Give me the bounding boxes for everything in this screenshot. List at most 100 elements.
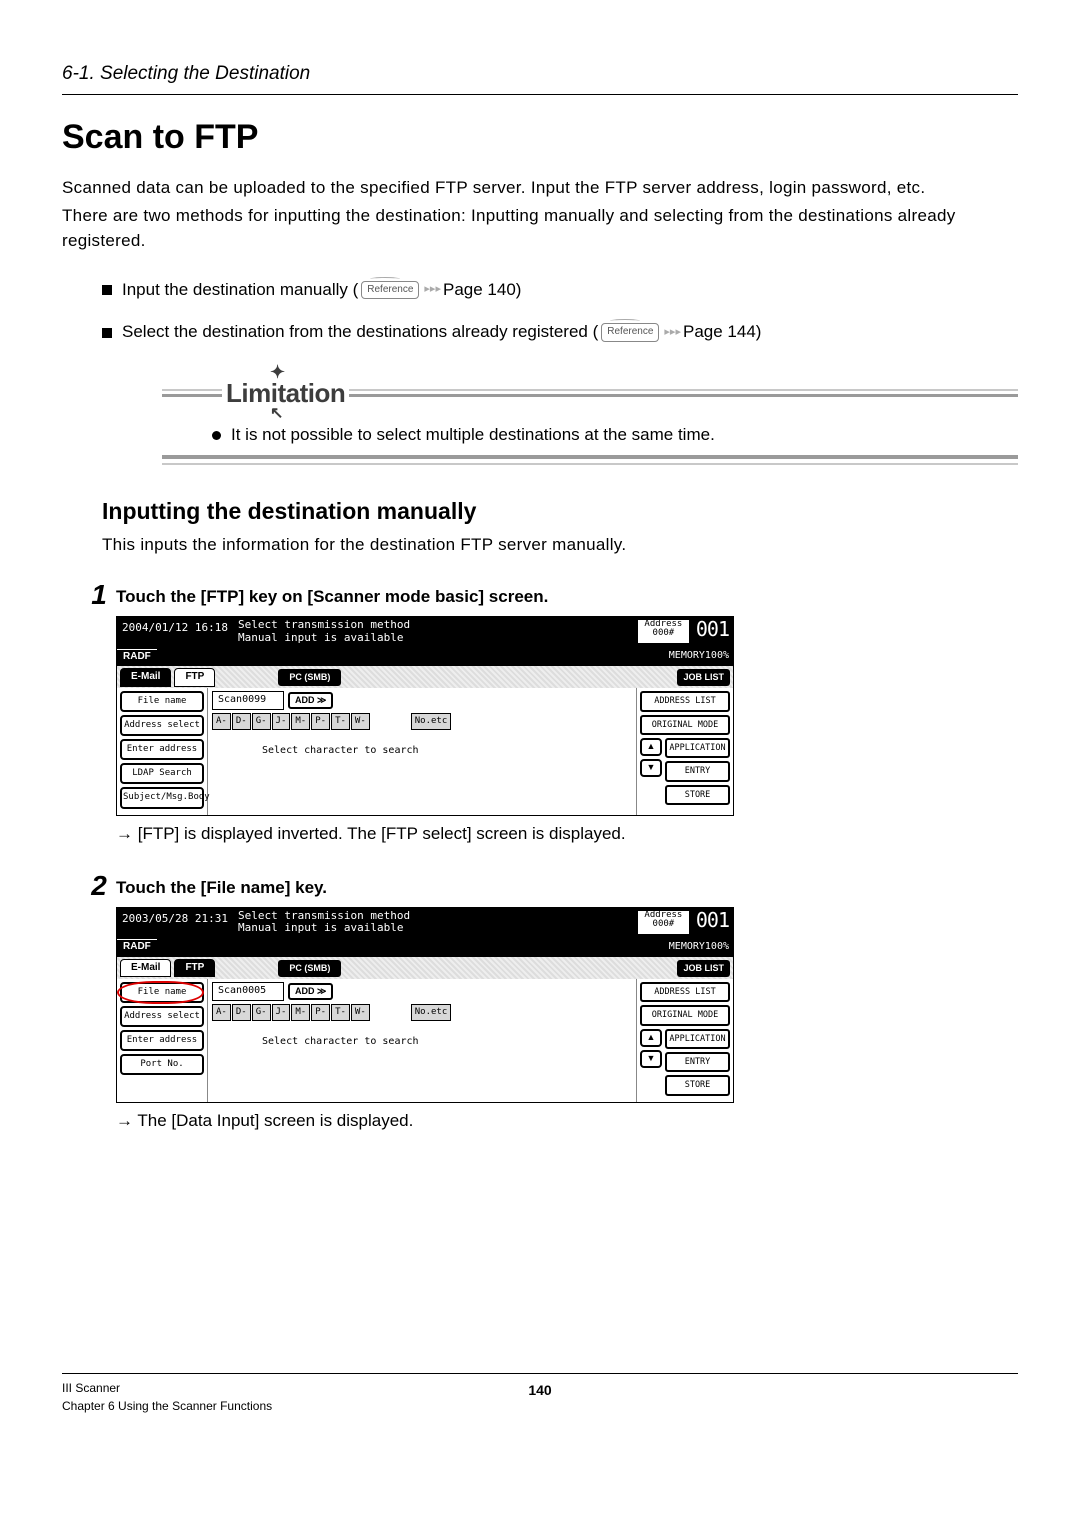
letter-d[interactable]: D- — [232, 1004, 251, 1021]
step-1-result: → [FTP] is displayed inverted. The [FTP … — [116, 822, 1018, 847]
original-mode-button[interactable]: ORIGINAL MODE — [640, 715, 730, 735]
address-select-button[interactable]: Address select — [120, 1006, 204, 1027]
intro-paragraph-2: There are two methods for inputting the … — [62, 204, 1018, 253]
addr-num: 000# — [641, 920, 686, 929]
address-list-button[interactable]: ADDRESS LIST — [640, 982, 730, 1002]
limitation-block: ✦ Limitation ↖ It is not possible to sel… — [162, 375, 1018, 465]
reference-badge: Reference — [601, 323, 659, 342]
letter-w[interactable]: W- — [351, 713, 370, 730]
subject-msg-body-button[interactable]: Subject/Msg.Body — [120, 787, 204, 808]
breadcrumb: 6-1. Selecting the Destination — [62, 60, 1018, 95]
entry-button[interactable]: ENTRY — [665, 761, 730, 781]
letter-a[interactable]: A- — [212, 713, 231, 730]
disc-bullet-icon — [212, 431, 221, 440]
tab-ftp[interactable]: FTP — [174, 668, 215, 687]
panel2-msg2: Manual input is available — [238, 922, 630, 935]
letter-m[interactable]: M- — [291, 713, 310, 730]
enter-address-button[interactable]: Enter address — [120, 1030, 204, 1051]
joblist-button[interactable]: JOB LIST — [677, 960, 730, 977]
joblist-button[interactable]: JOB LIST — [677, 669, 730, 686]
panel1-msg2: Manual input is available — [238, 632, 630, 645]
step-1-title: Touch the [FTP] key on [Scanner mode bas… — [116, 585, 1018, 610]
step-2: 2 Touch the [File name] key. 2003/05/28 … — [82, 872, 1018, 1153]
store-button[interactable]: STORE — [665, 1075, 730, 1095]
tab-email[interactable]: E-Mail — [120, 668, 171, 687]
limitation-text: It is not possible to select multiple de… — [231, 423, 715, 448]
letter-a[interactable]: A- — [212, 1004, 231, 1021]
bullet-input-manually: Input the destination manually ( Referen… — [102, 278, 1018, 303]
scroll-down-icon[interactable]: ▼ — [640, 759, 662, 777]
search-hint: Select character to search — [212, 732, 632, 765]
limitation-heading: ✦ Limitation ↖ — [226, 375, 345, 413]
section-subtext: This inputs the information for the dest… — [102, 533, 1018, 558]
page-arrows-icon: ▸▸▸ — [664, 325, 681, 341]
file-name-button[interactable]: File name — [120, 982, 204, 1003]
tab-email[interactable]: E-Mail — [120, 959, 171, 978]
radf-label: RADF — [117, 649, 157, 665]
radf-label: RADF — [117, 939, 157, 955]
scanner-panel-2: 2003/05/28 21:31 Select transmission met… — [116, 907, 734, 1103]
tab-ftp[interactable]: FTP — [174, 959, 215, 978]
enter-address-button[interactable]: Enter address — [120, 739, 204, 760]
scanner-panel-1: 2004/01/12 16:18 Select transmission met… — [116, 616, 734, 816]
bullet-2-page: Page 144) — [683, 320, 761, 345]
bullet-2-text: Select the destination from the destinat… — [122, 320, 598, 345]
application-button[interactable]: APPLICATION — [665, 1029, 730, 1049]
letter-d[interactable]: D- — [232, 713, 251, 730]
page-title: Scan to FTP — [62, 113, 1018, 162]
letter-p[interactable]: P- — [311, 713, 330, 730]
no-etc-button[interactable]: No.etc — [411, 1004, 452, 1021]
addr-num: 000# — [641, 629, 686, 638]
file-name-button[interactable]: File name — [120, 691, 204, 712]
letter-g[interactable]: G- — [252, 713, 271, 730]
letter-t[interactable]: T- — [331, 1004, 350, 1021]
add-button[interactable]: ADD ≫ — [288, 692, 333, 709]
footer-page-number: 140 — [528, 1380, 551, 1400]
panel1-msg1: Select transmission method — [238, 619, 630, 632]
step-2-result: → The [Data Input] screen is displayed. — [116, 1109, 1018, 1134]
tab-pcsmb[interactable]: PC (SMB) — [278, 669, 341, 686]
step-number: 1 — [82, 581, 116, 866]
panel1-digits: 001 — [692, 617, 733, 646]
store-button[interactable]: STORE — [665, 785, 730, 805]
scroll-up-icon[interactable]: ▲ — [640, 738, 662, 756]
tab-pcsmb[interactable]: PC (SMB) — [278, 960, 341, 977]
page-footer: III Scanner Chapter 6 Using the Scanner … — [62, 1373, 1018, 1415]
step-1: 1 Touch the [FTP] key on [Scanner mode b… — [82, 581, 1018, 866]
letter-j[interactable]: J- — [272, 713, 291, 730]
panel2-datetime: 2003/05/28 21:31 — [117, 908, 233, 937]
port-no-button[interactable]: Port No. — [120, 1054, 204, 1075]
step-2-title: Touch the [File name] key. — [116, 876, 1018, 901]
panel1-datetime: 2004/01/12 16:18 — [117, 617, 233, 646]
bullet-select-registered: Select the destination from the destinat… — [102, 320, 1018, 345]
scan-name-field: Scan0005 — [212, 982, 284, 1001]
application-button[interactable]: APPLICATION — [665, 738, 730, 758]
address-list-button[interactable]: ADDRESS LIST — [640, 691, 730, 711]
letter-m[interactable]: M- — [291, 1004, 310, 1021]
panel1-address-box: Address 000# — [637, 619, 690, 644]
intro-paragraph-1: Scanned data can be uploaded to the spec… — [62, 176, 1018, 201]
bullet-1-text: Input the destination manually ( — [122, 278, 358, 303]
scroll-down-icon[interactable]: ▼ — [640, 1050, 662, 1068]
scroll-up-icon[interactable]: ▲ — [640, 1029, 662, 1047]
ldap-search-button[interactable]: LDAP Search — [120, 763, 204, 784]
letter-p[interactable]: P- — [311, 1004, 330, 1021]
search-hint: Select character to search — [212, 1023, 632, 1056]
letter-j[interactable]: J- — [272, 1004, 291, 1021]
letter-g[interactable]: G- — [252, 1004, 271, 1021]
entry-button[interactable]: ENTRY — [665, 1052, 730, 1072]
letter-w[interactable]: W- — [351, 1004, 370, 1021]
page-arrows-icon: ▸▸▸ — [424, 282, 441, 298]
memory-label: MEMORY100% — [665, 649, 733, 664]
panel2-digits: 001 — [692, 908, 733, 937]
add-button[interactable]: ADD ≫ — [288, 983, 333, 1000]
square-bullet-icon — [102, 328, 112, 338]
section-heading-manual: Inputting the destination manually — [102, 495, 1018, 528]
sparkle-icon: ✦ — [270, 359, 285, 385]
original-mode-button[interactable]: ORIGINAL MODE — [640, 1005, 730, 1025]
no-etc-button[interactable]: No.etc — [411, 713, 452, 730]
square-bullet-icon — [102, 285, 112, 295]
letter-filter-row: A- D- G- J- M- P- T- W- No.etc — [212, 713, 632, 730]
letter-t[interactable]: T- — [331, 713, 350, 730]
address-select-button[interactable]: Address select — [120, 715, 204, 736]
